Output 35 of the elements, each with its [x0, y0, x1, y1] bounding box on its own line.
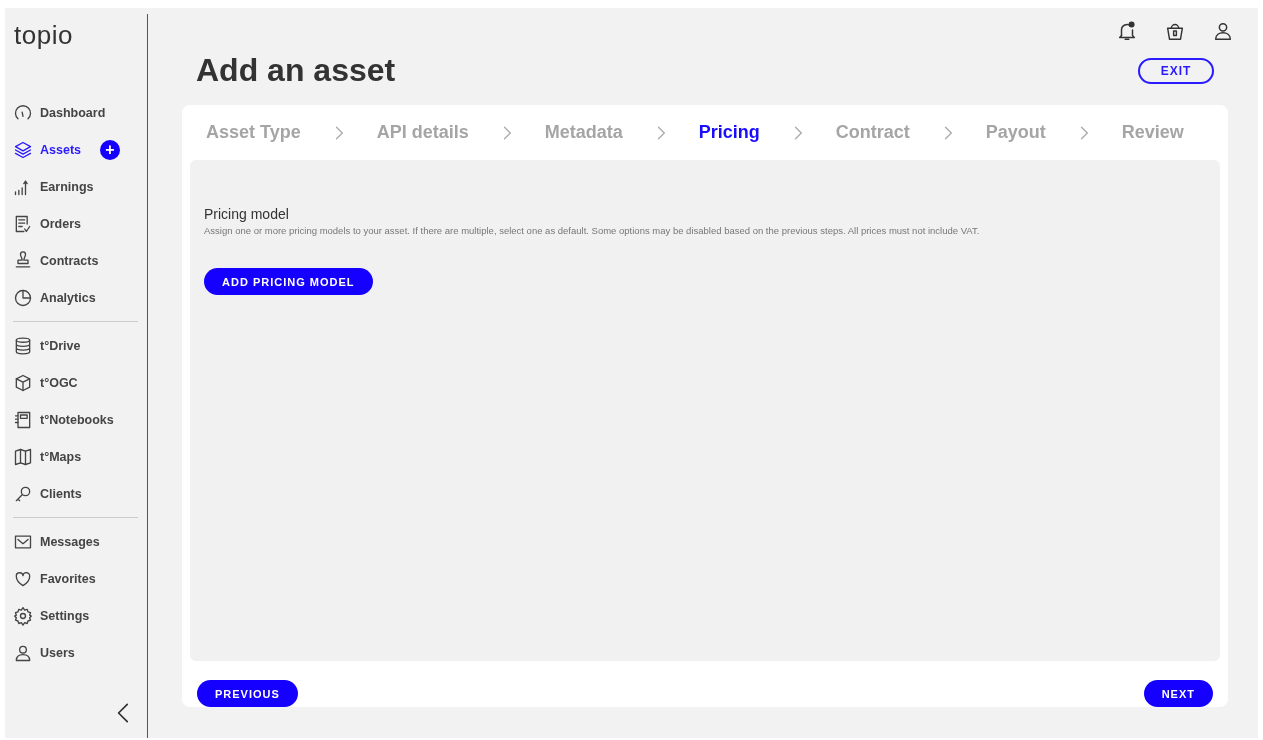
sidebar-item[interactable]: Clients: [13, 482, 137, 505]
exit-button[interactable]: EXIT: [1138, 57, 1214, 84]
sidebar-item[interactable]: Messages: [13, 530, 137, 553]
database-icon: [13, 335, 33, 356]
logo: topio: [14, 20, 73, 51]
layers-icon: [13, 139, 33, 160]
sidebar-item[interactable]: Contracts: [13, 249, 137, 272]
cube-icon: [13, 372, 33, 393]
pie-chart-icon: [13, 287, 33, 308]
map-icon: [13, 446, 33, 467]
sidebar-item[interactable]: Assets +: [13, 138, 137, 161]
sidebar-item[interactable]: Users: [13, 641, 137, 664]
section-description: Assign one or more pricing models to your asset. If there are multiple, select one as default. Some options may be disabled based on the previous steps. All prices must not include VAT.: [204, 225, 981, 237]
add-pricing-model-button[interactable]: ADD PRICING MODEL: [204, 268, 373, 296]
sidebar-item[interactable]: t°OGC: [13, 371, 137, 394]
sidebar-item[interactable]: Analytics: [13, 286, 137, 309]
sidebar-item[interactable]: t°Notebooks: [13, 408, 137, 431]
notebook-icon: [13, 409, 33, 430]
section-title: Pricing model: [204, 206, 290, 223]
sidebar-item[interactable]: Favorites: [13, 567, 137, 590]
sidebar-item[interactable]: t°Drive: [13, 334, 137, 357]
settings-icon: [13, 605, 33, 626]
document-check-icon: [13, 213, 33, 234]
add-badge[interactable]: +: [100, 139, 120, 160]
sidebar-item[interactable]: Orders: [13, 212, 137, 235]
sidebar-item[interactable]: Settings: [13, 604, 137, 627]
previous-button[interactable]: PREVIOUS: [197, 680, 298, 707]
step-tab[interactable]: Pricing: [698, 122, 760, 144]
sidebar-item[interactable]: Earnings: [13, 175, 137, 198]
page-title: Add an asset: [196, 52, 396, 89]
sidebar-item[interactable]: Dashboard: [13, 101, 137, 124]
next-button[interactable]: NEXT: [1143, 680, 1213, 707]
sidebar-item[interactable]: t°Maps: [13, 445, 137, 468]
user-icon: [1212, 20, 1234, 42]
notification-bell-icon: [1116, 20, 1138, 42]
